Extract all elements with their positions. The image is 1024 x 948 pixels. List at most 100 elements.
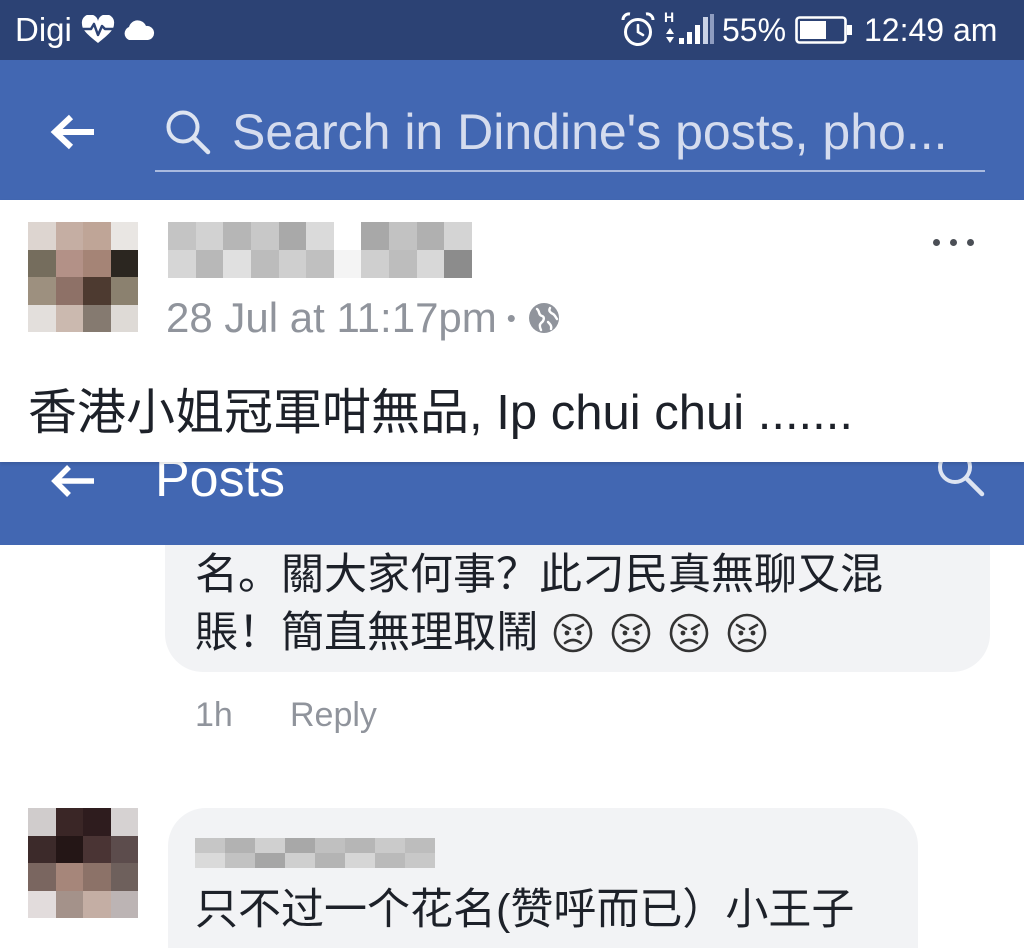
pixel-cell — [83, 890, 111, 918]
comment-text: 名。關大家何事？此刁民真無聊又混 — [195, 551, 883, 599]
pixel-cell — [255, 838, 285, 853]
pixel-cell — [110, 304, 138, 332]
pixel-cell — [28, 808, 56, 836]
back-arrow-icon[interactable] — [48, 463, 98, 499]
alarm-icon — [621, 12, 655, 46]
pixel-cell — [168, 250, 196, 278]
search-header — [0, 60, 1024, 200]
dot — [967, 239, 974, 246]
pixel-cell — [389, 250, 417, 278]
pixel-cell — [375, 838, 405, 853]
pixel-cell — [315, 853, 345, 868]
pixel-cell — [83, 277, 111, 305]
pixel-cell — [83, 222, 111, 250]
reply-button[interactable]: Reply — [290, 692, 377, 738]
post-timestamp[interactable]: 28 Jul at 11:17pm — [166, 296, 497, 340]
back-arrow-icon[interactable] — [48, 112, 98, 152]
pixel-cell — [225, 838, 255, 853]
pixel-cell — [28, 277, 56, 305]
comment-text-line: 賬！簡直無理取鬧 — [195, 604, 768, 662]
pixel-cell — [405, 853, 435, 868]
pixel-cell — [28, 890, 56, 918]
commenter-avatar[interactable] — [28, 808, 138, 918]
comment-text: 賬！簡直無理取鬧 — [195, 609, 539, 657]
carrier-name: Digi — [15, 11, 72, 48]
author-avatar[interactable] — [28, 222, 138, 332]
pixel-cell — [28, 835, 56, 863]
comment-text-line: 名。關大家何事？此刁民真無聊又混 — [195, 546, 883, 604]
pixel-cell — [278, 250, 307, 278]
pixel-cell — [255, 853, 285, 868]
pixel-cell — [195, 250, 224, 278]
battery-percent: 55% — [722, 12, 787, 48]
pixel-cell — [55, 304, 83, 332]
pixel-cell — [168, 222, 196, 250]
dot — [950, 239, 957, 246]
pixel-cell — [333, 222, 362, 250]
pixel-cell — [285, 853, 315, 868]
commenter-name-redacted[interactable] — [195, 838, 435, 868]
pixel-cell — [83, 304, 111, 332]
pixel-cell — [306, 222, 334, 250]
pixel-cell — [306, 250, 334, 278]
pixel-cell — [444, 222, 472, 250]
pixel-cell — [250, 250, 279, 278]
pixel-cell — [110, 249, 138, 277]
globe-icon — [528, 303, 559, 333]
pixel-cell — [315, 838, 345, 853]
pixel-cell — [83, 863, 111, 891]
status-bar: Digi H 55% 12:49 am — [0, 0, 1024, 60]
pixel-cell — [250, 222, 279, 250]
pixel-cell — [405, 838, 435, 853]
pixel-cell — [83, 808, 111, 836]
angry-face-icon — [611, 613, 651, 653]
pixel-cell — [225, 853, 255, 868]
pixel-cell — [55, 808, 83, 836]
pixel-cell — [195, 838, 225, 853]
pixel-cell — [285, 838, 315, 853]
pixel-cell — [110, 277, 138, 305]
angry-face-icon — [553, 613, 593, 653]
signal-icon — [666, 14, 714, 44]
comment-text: 只不过一个花名(赞呼而已）小王子 — [195, 886, 855, 934]
pixel-cell — [110, 808, 138, 836]
author-name-redacted[interactable] — [168, 222, 472, 278]
post-card: 28 Jul at 11:17pm • 香港小姐冠軍咁無品, Ip chui c… — [0, 200, 1024, 462]
pixel-cell — [55, 890, 83, 918]
search-underline — [155, 170, 985, 172]
pixel-cell — [416, 250, 445, 278]
pixel-cell — [195, 853, 225, 868]
pixel-cell — [110, 835, 138, 863]
pixel-cell — [223, 250, 251, 278]
pixel-cell — [361, 222, 390, 250]
pixel-cell — [28, 304, 56, 332]
pixel-cell — [55, 863, 83, 891]
meta-separator: • — [506, 303, 516, 333]
pixel-cell — [55, 835, 83, 863]
pixel-cell — [55, 249, 83, 277]
pixel-cell — [55, 222, 83, 250]
pixel-cell — [416, 222, 445, 250]
pixel-cell — [55, 277, 83, 305]
battery-icon — [795, 16, 852, 44]
pixel-cell — [333, 250, 362, 278]
pixel-cell — [28, 222, 56, 250]
clock-time: 12:49 am — [864, 12, 998, 48]
more-options-icon[interactable] — [928, 234, 980, 252]
angry-face-icon — [669, 613, 709, 653]
pixel-cell — [389, 222, 417, 250]
pixel-cell — [110, 222, 138, 250]
post-body-text: 香港小姐冠軍咁無品, Ip chui chui ....... — [28, 386, 854, 440]
heart-pulse-icon — [81, 15, 115, 43]
pixel-cell — [278, 222, 307, 250]
post-meta: 28 Jul at 11:17pm • — [166, 296, 560, 340]
pixel-cell — [375, 853, 405, 868]
pixel-cell — [110, 863, 138, 891]
pixel-cell — [28, 249, 56, 277]
pixel-cell — [110, 890, 138, 918]
pixel-cell — [83, 249, 111, 277]
pixel-cell — [28, 863, 56, 891]
pixel-cell — [195, 222, 224, 250]
pixel-cell — [223, 222, 251, 250]
search-input[interactable] — [232, 102, 982, 162]
